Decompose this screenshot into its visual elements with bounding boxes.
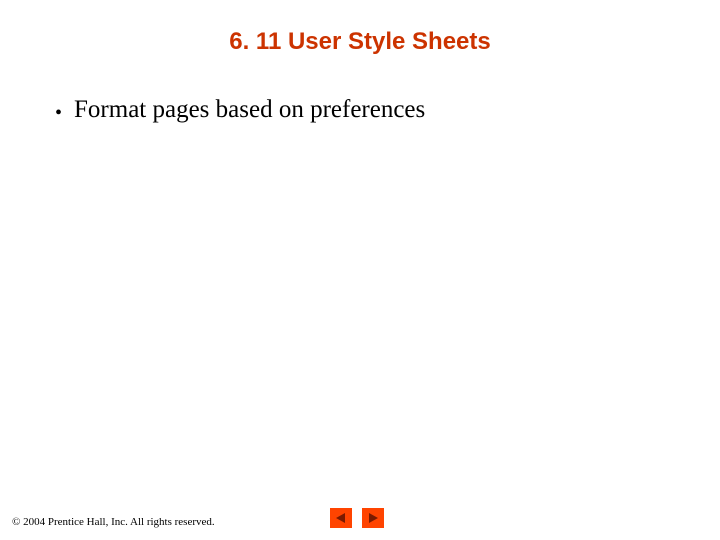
slide-footer: © 2004 Prentice Hall, Inc. All rights re…: [12, 516, 708, 528]
bullet-marker: •: [55, 103, 62, 123]
nav-button-group: [330, 508, 384, 528]
triangle-left-icon: [335, 512, 347, 524]
bullet-item: • Format pages based on preferences: [55, 96, 665, 124]
prev-slide-button[interactable]: [330, 508, 352, 528]
slide-title: 6. 11 User Style Sheets: [0, 28, 720, 56]
bullet-text: Format pages based on preferences: [74, 96, 425, 124]
triangle-right-icon: [367, 512, 379, 524]
slide-body: • Format pages based on preferences: [55, 96, 665, 124]
copyright-text: © 2004 Prentice Hall, Inc. All rights re…: [12, 516, 215, 528]
next-slide-button[interactable]: [362, 508, 384, 528]
